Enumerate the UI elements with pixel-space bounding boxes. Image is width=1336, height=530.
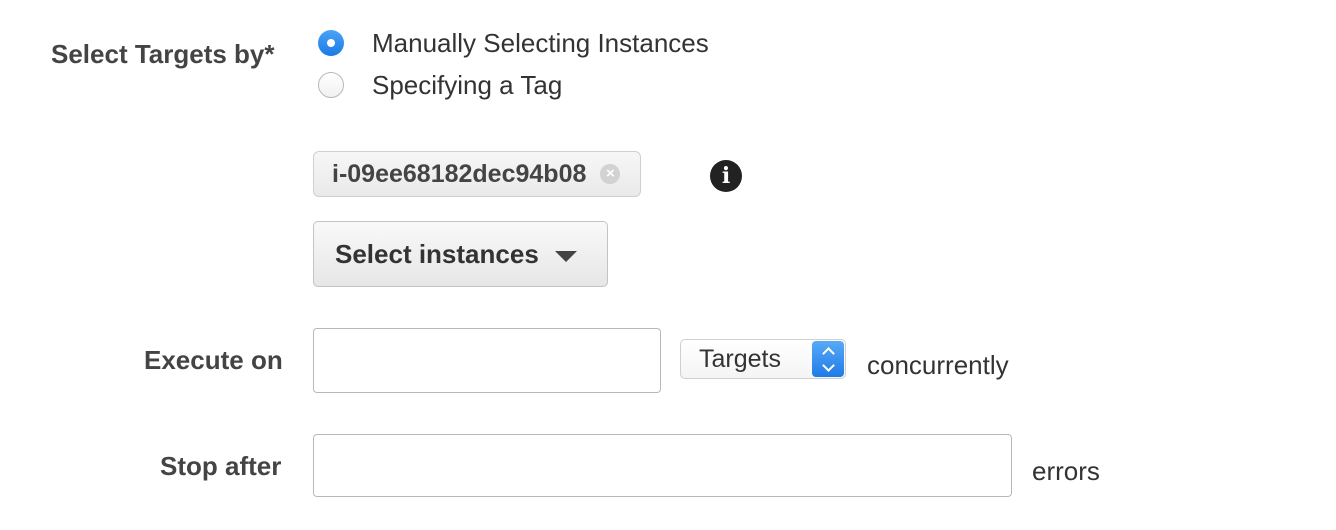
- execute-on-label: Execute on: [144, 345, 283, 375]
- stop-after-input[interactable]: [313, 434, 1012, 497]
- radio-manual-selecting[interactable]: [318, 30, 344, 56]
- radio-label-tag: Specifying a Tag: [372, 69, 563, 100]
- caret-down-icon: [554, 250, 577, 262]
- instance-token-label: i-09ee68182dec94b08: [332, 159, 587, 188]
- info-icon[interactable]: i: [710, 160, 742, 192]
- select-instances-button[interactable]: Select instances: [313, 221, 608, 287]
- execute-on-suffix: concurrently: [867, 350, 1009, 380]
- stop-after-suffix: errors: [1032, 456, 1100, 486]
- targets-radio-group: Manually Selecting Instances Specifying …: [318, 27, 709, 101]
- radio-option-manual[interactable]: Manually Selecting Instances: [318, 27, 709, 59]
- stop-after-label: Stop after: [160, 451, 282, 481]
- execute-on-unit-select[interactable]: Targets: [680, 339, 846, 379]
- select-instances-label: Select instances: [335, 238, 539, 269]
- execute-on-input[interactable]: [313, 328, 661, 393]
- radio-option-tag[interactable]: Specifying a Tag: [318, 69, 709, 101]
- remove-token-icon[interactable]: ×: [600, 164, 621, 184]
- select-stepper-icon: [812, 341, 844, 377]
- instance-token: i-09ee68182dec94b08 ×: [313, 151, 642, 197]
- radio-label-manual: Manually Selecting Instances: [372, 27, 709, 58]
- select-targets-label: Select Targets by*: [51, 39, 275, 69]
- radio-specifying-tag[interactable]: [318, 72, 344, 98]
- execute-on-unit-value: Targets: [699, 344, 781, 373]
